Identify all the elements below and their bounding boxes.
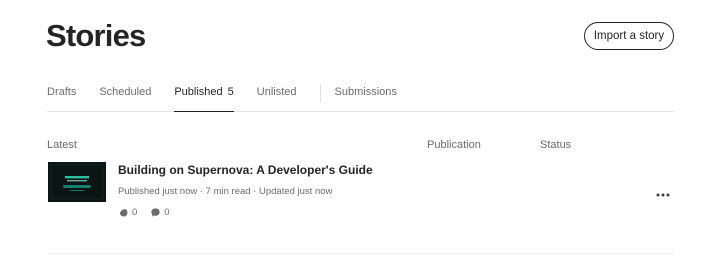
tab-submissions[interactable]: Submissions: [335, 84, 397, 112]
page-title: Stories: [46, 18, 146, 53]
tab-unlisted-label: Unlisted: [256, 86, 297, 98]
more-horizontal-icon: [656, 193, 670, 197]
row-divider: [47, 253, 674, 254]
tab-drafts-label: Drafts: [47, 86, 77, 98]
column-header-status: Status: [540, 139, 572, 151]
tab-published[interactable]: Published 5: [174, 84, 234, 112]
story-thumbnail[interactable]: [48, 162, 106, 202]
responses-count: 0: [164, 207, 170, 218]
tab-published-label: Published: [174, 86, 223, 98]
column-header-publication: Publication: [427, 139, 481, 151]
claps-count: 0: [132, 207, 138, 218]
story-more-button[interactable]: [654, 189, 672, 201]
tab-published-count: 5: [227, 86, 234, 98]
clap-icon: [119, 208, 128, 217]
story-title[interactable]: Building on Supernova: A Developer's Gui…: [118, 163, 373, 177]
claps-stat[interactable]: 0: [118, 207, 137, 218]
import-story-button[interactable]: Import a story: [584, 22, 674, 50]
comment-icon: [151, 208, 160, 217]
responses-stat[interactable]: 0: [150, 207, 170, 218]
story-stats: 0 0: [118, 207, 183, 218]
supernova-banner-image: [48, 162, 106, 202]
tab-submissions-label: Submissions: [334, 86, 397, 98]
tab-unlisted[interactable]: Unlisted: [257, 84, 297, 112]
tab-scheduled[interactable]: Scheduled: [99, 84, 151, 112]
tab-divider: [319, 84, 321, 102]
story-meta: Published just now · 7 min read · Update…: [118, 186, 333, 197]
column-header-latest: Latest: [47, 139, 77, 151]
tab-scheduled-label: Scheduled: [99, 86, 152, 98]
tab-drafts[interactable]: Drafts: [47, 84, 76, 112]
story-tabs: Drafts Scheduled Published 5 Unlisted Sub…: [47, 84, 674, 112]
